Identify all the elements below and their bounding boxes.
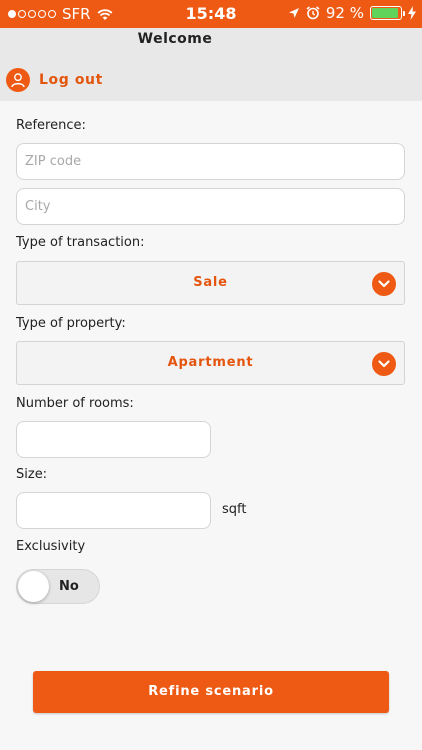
status-right: 92 % [288,4,416,22]
status-bar: SFR 15:48 92 % [0,0,422,28]
location-arrow-icon [288,8,299,18]
city-input[interactable] [16,188,405,225]
zip-code-input[interactable] [16,143,405,180]
charging-bolt-icon [408,6,416,20]
alarm-clock-icon [306,6,320,20]
property-type-label: Type of property: [16,316,126,331]
battery-fill [372,8,398,18]
size-input[interactable] [16,492,211,529]
exclusivity-value: No [59,579,79,594]
exclusivity-toggle[interactable]: No [16,569,100,604]
logout-button[interactable]: Log out [6,68,103,92]
battery-percent: 92 % [325,4,364,22]
page-title: Welcome [137,31,213,47]
refine-scenario-button[interactable]: Refine scenario [33,671,389,713]
rooms-input[interactable] [16,421,211,458]
property-type-value: Apartment [167,355,254,370]
transaction-type-select[interactable]: Sale [16,261,405,305]
chevron-down-icon [372,272,396,296]
size-label: Size: [16,467,48,482]
size-unit: sqft [222,502,247,517]
user-icon [6,68,30,92]
app-header: Welcome Log out [0,28,422,101]
reference-label: Reference: [16,118,86,133]
rooms-label: Number of rooms: [16,396,134,411]
transaction-type-label: Type of transaction: [16,235,145,250]
toggle-knob [18,571,49,602]
transaction-type-value: Sale [193,275,228,290]
exclusivity-label: Exclusivity [16,539,86,554]
chevron-down-icon [372,352,396,376]
property-type-select[interactable]: Apartment [16,341,405,385]
battery-icon [370,6,405,20]
logout-label: Log out [39,72,103,88]
